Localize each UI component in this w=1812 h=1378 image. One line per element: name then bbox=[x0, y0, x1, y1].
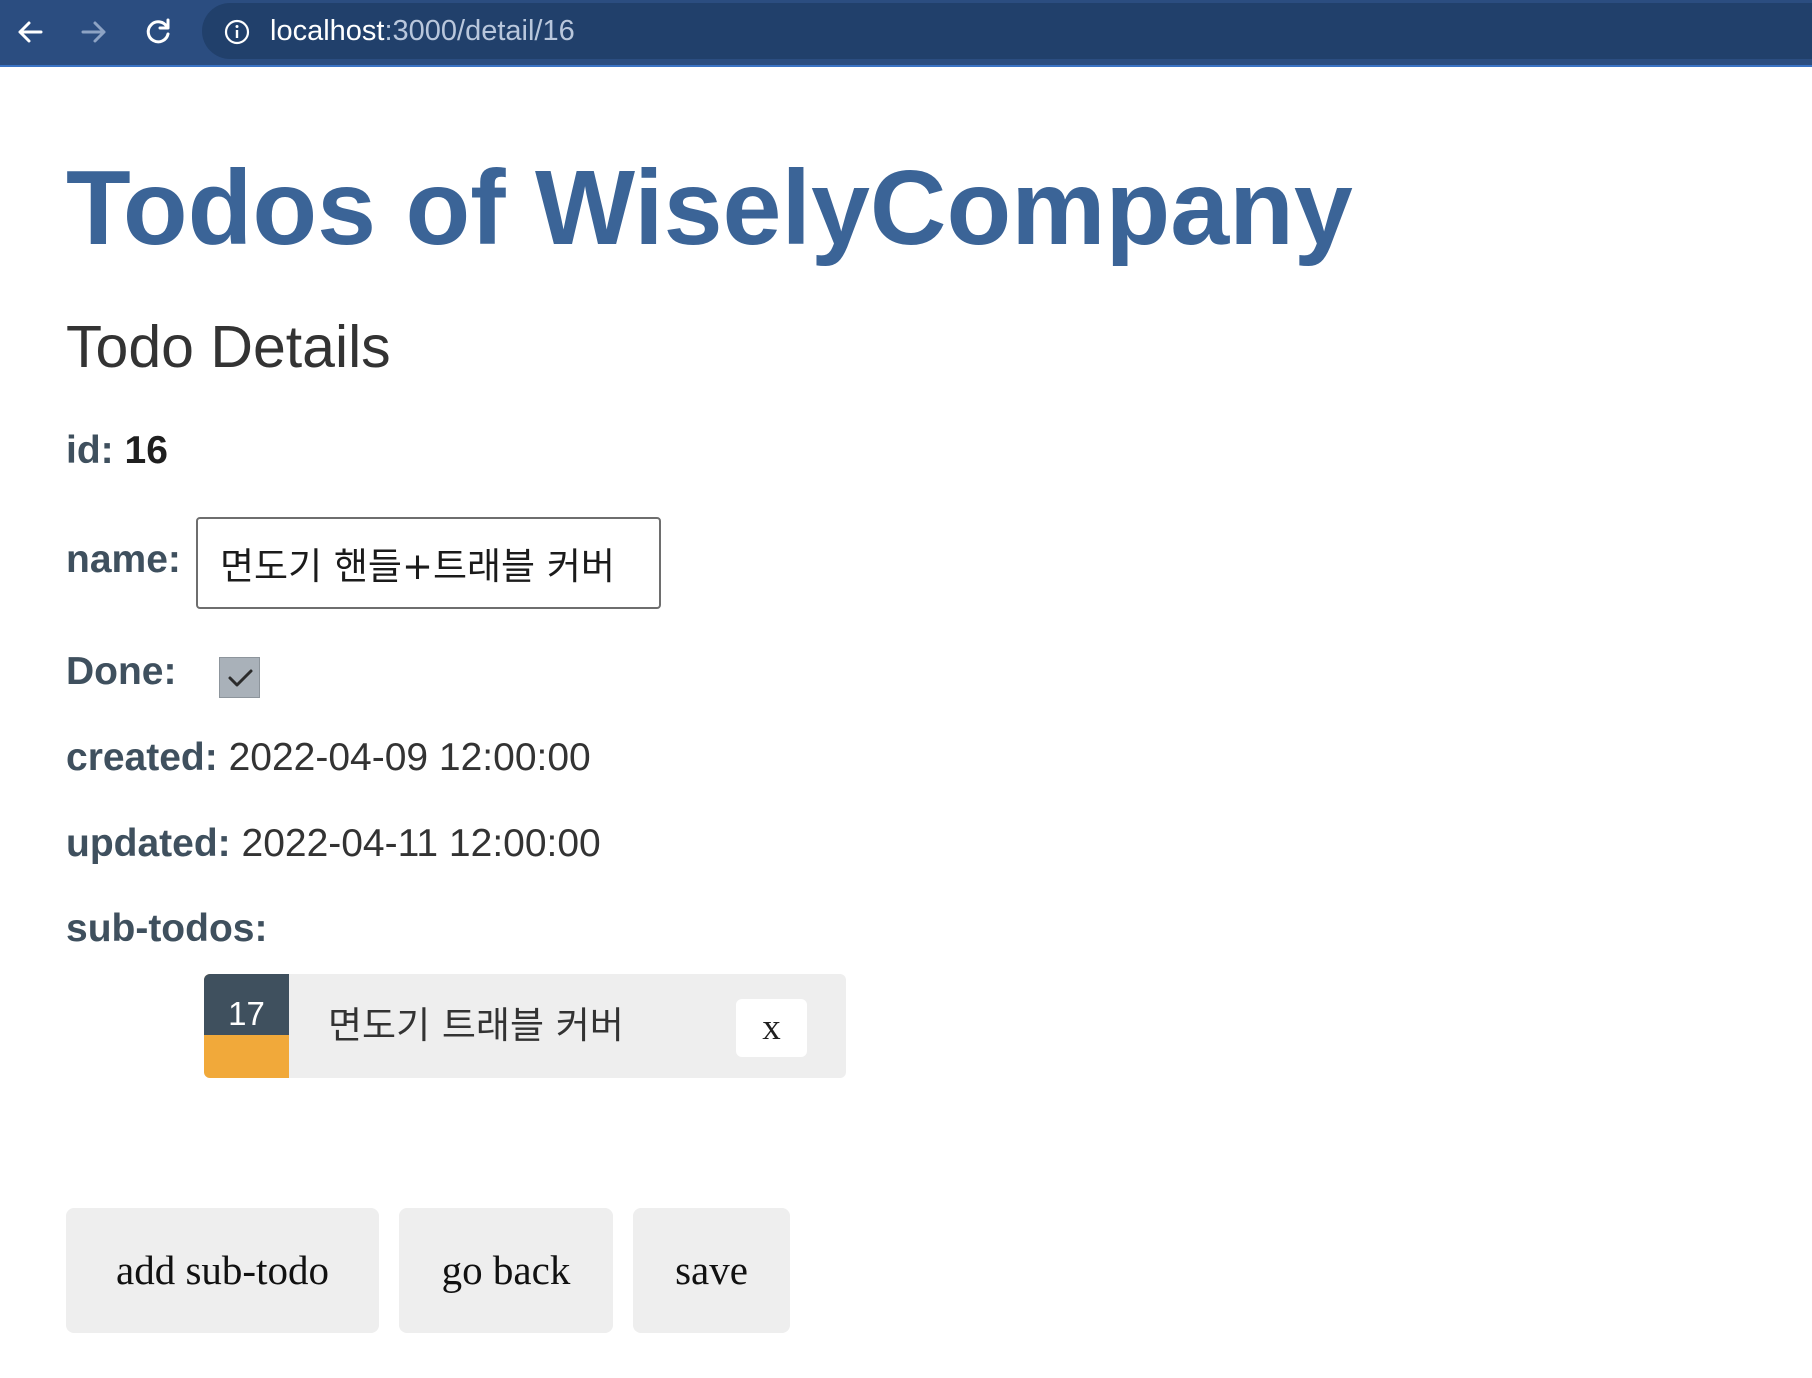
reload-button[interactable] bbox=[134, 8, 182, 56]
forward-button[interactable] bbox=[70, 8, 118, 56]
created-label: created: bbox=[66, 736, 218, 779]
url-text: localhost:3000/detail/16 bbox=[270, 3, 575, 59]
id-row: id: 16 bbox=[66, 429, 168, 473]
url-path: :3000/detail/16 bbox=[384, 15, 575, 47]
info-icon[interactable] bbox=[224, 19, 250, 45]
subtodo-id: 17 bbox=[204, 974, 289, 1035]
url-host: localhost bbox=[270, 15, 385, 47]
updated-label: updated: bbox=[66, 822, 231, 865]
done-label: Done: bbox=[66, 650, 177, 693]
name-label: name: bbox=[66, 538, 181, 581]
created-value: 2022-04-09 12:00:00 bbox=[228, 736, 591, 779]
subtodo-item[interactable]: 17 면도기 트래블 커버 x bbox=[204, 974, 846, 1078]
save-button[interactable]: save bbox=[633, 1208, 790, 1333]
back-button[interactable] bbox=[6, 8, 54, 56]
subtodos-row: sub-todos: bbox=[66, 907, 267, 951]
created-row: created: 2022-04-09 12:00:00 bbox=[66, 736, 591, 780]
arrow-left-icon bbox=[18, 21, 43, 43]
done-checkbox[interactable] bbox=[219, 657, 260, 698]
section-title: Todo Details bbox=[66, 314, 391, 380]
subtodo-badge: 17 bbox=[204, 974, 289, 1078]
subtodo-name[interactable]: 면도기 트래블 커버 bbox=[328, 974, 624, 1078]
go-back-button[interactable]: go back bbox=[399, 1208, 613, 1333]
subtodos-label: sub-todos: bbox=[66, 907, 268, 950]
arrow-right-icon bbox=[81, 21, 106, 43]
address-bar[interactable]: localhost:3000/detail/16 bbox=[202, 3, 1812, 59]
checkmark-icon bbox=[228, 669, 252, 686]
updated-value: 2022-04-11 12:00:00 bbox=[241, 822, 601, 865]
add-subtodo-button[interactable]: add sub-todo bbox=[66, 1208, 379, 1333]
done-row: Done: bbox=[66, 650, 177, 694]
browser-toolbar: localhost:3000/detail/16 bbox=[0, 0, 1812, 67]
id-value: 16 bbox=[124, 429, 168, 472]
page-title: Todos of WiselyCompany bbox=[66, 149, 1353, 267]
reload-icon bbox=[146, 18, 170, 44]
id-label: id: bbox=[66, 429, 114, 472]
updated-row: updated: 2022-04-11 12:00:00 bbox=[66, 822, 601, 866]
name-input[interactable] bbox=[196, 517, 661, 609]
delete-subtodo-button[interactable]: x bbox=[736, 999, 807, 1057]
name-row: name: bbox=[66, 538, 181, 582]
